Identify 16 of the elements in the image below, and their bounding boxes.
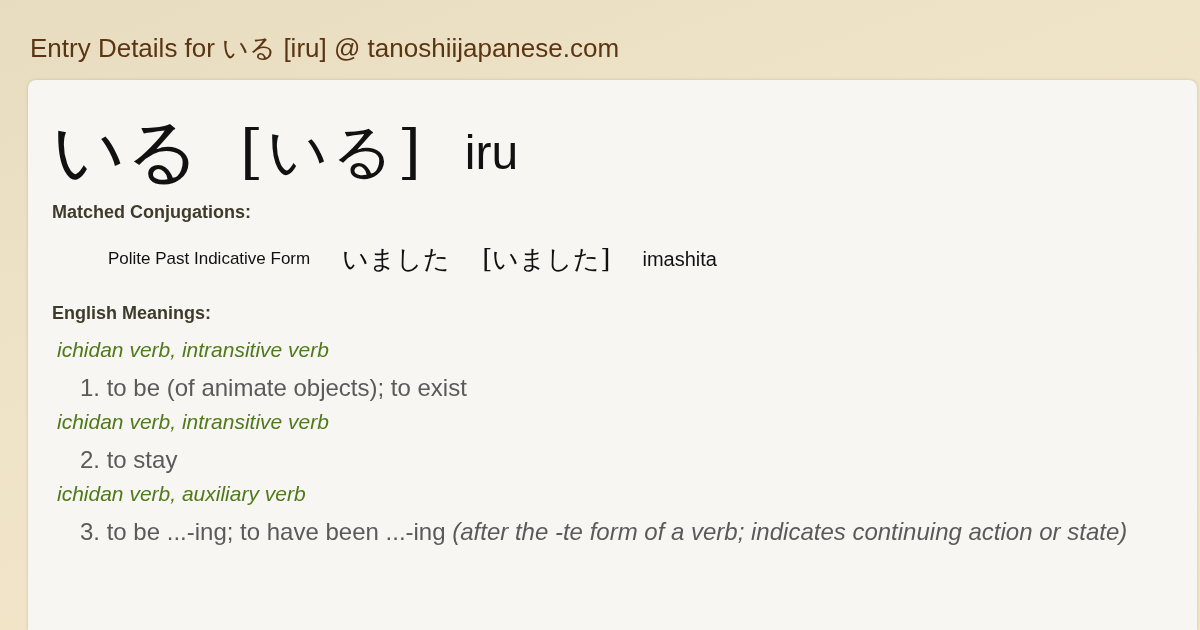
definition-text: 1. to be (of animate objects); to exist: [80, 374, 467, 402]
definition-text: 2. to stay: [80, 446, 178, 474]
conjugation-form: Polite Past Indicative Form: [108, 249, 311, 269]
conjugation-reading: [いました]: [482, 242, 611, 276]
word-heading: いる: [52, 108, 200, 195]
section-heading: English Meanings:: [52, 303, 211, 324]
page-title: Entry Details for いる [iru] @ tanoshiijapanese.com: [30, 32, 621, 65]
reading-text: [いる]: [240, 114, 425, 188]
section-heading: Matched Conjugations:: [52, 202, 251, 223]
definition-text: 3. to be ...-ing; to have been ...-ing (after the -te form of a verb; indicates continuing action or state): [80, 518, 1128, 546]
conjugated-word: いました: [342, 242, 451, 276]
part-of-speech: ichidan verb, intransitive verb: [57, 410, 329, 435]
part-of-speech: ichidan verb, intransitive verb: [57, 338, 329, 363]
conjugation-romaji: imashita: [642, 247, 717, 271]
romaji-text: iru: [464, 124, 519, 180]
part-of-speech: ichidan verb, auxiliary verb: [57, 482, 306, 507]
